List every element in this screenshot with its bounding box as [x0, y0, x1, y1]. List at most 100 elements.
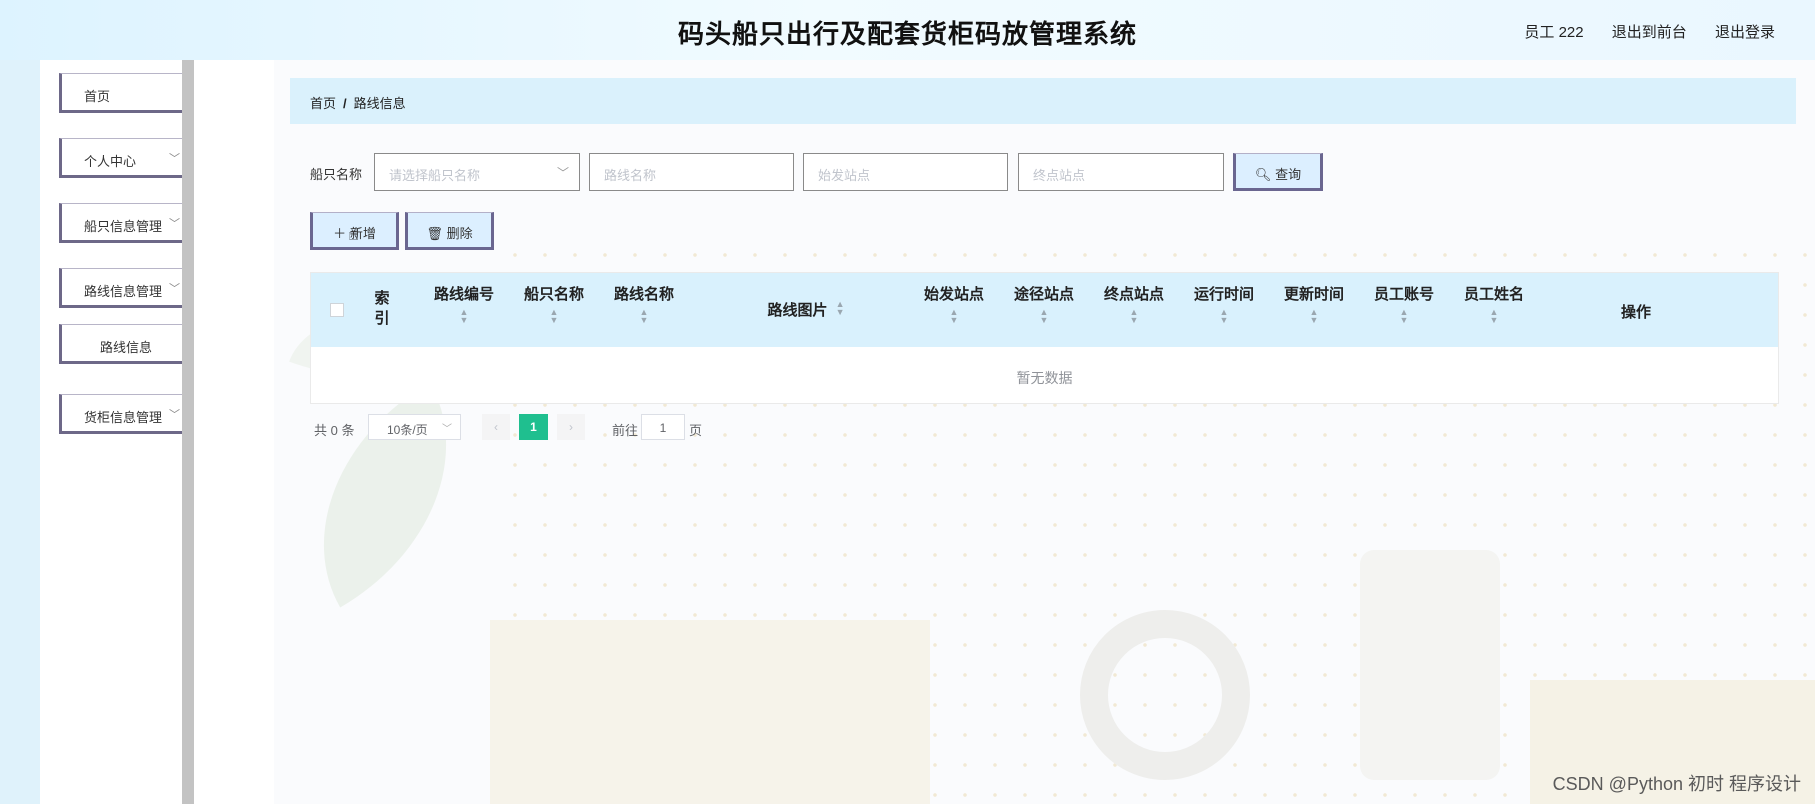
sort-icon[interactable]: ▲ ▼ — [1089, 308, 1179, 325]
column-label: 索 — [374, 290, 390, 307]
breadcrumb-separator: / — [343, 96, 347, 111]
prev-page-button[interactable]: ‹ — [482, 414, 510, 440]
chevron-down-icon: ﹀ — [169, 153, 180, 165]
user-label: 员工 222 — [1524, 24, 1584, 41]
column-via-station[interactable]: 途径站点 ▲ ▼ — [999, 283, 1089, 325]
watermark: CSDN @Python 初时 程序设计 — [1552, 774, 1801, 794]
table-header: 索 引 路线编号 ▲ ▼ 船只名称 ▲ ▼ 路线名称 ▲ ▼ 路线图片 ▲ ▼ 始发站点… — [311, 273, 1778, 347]
column-update-time[interactable]: 更新时间 ▲ ▼ — [1269, 283, 1359, 325]
page-size-select[interactable]: 10条/页 ﹀ — [368, 414, 461, 440]
top-bar: 码头船只出行及配套货柜码放管理系统 员工 222 退出到前台 退出登录 — [0, 0, 1815, 61]
sidebar-item-profile[interactable]: 个人中心 ﹀ — [59, 138, 193, 178]
breadcrumb-home[interactable]: 首页 — [310, 96, 336, 111]
pagination-total: 共 0 条 — [314, 423, 355, 438]
column-run-time[interactable]: 运行时间 ▲ ▼ — [1179, 283, 1269, 325]
background-cylinder — [1360, 550, 1500, 780]
start-station-input[interactable]: 始发站点 — [803, 153, 1008, 191]
sort-icon[interactable]: ▲ ▼ — [509, 308, 599, 325]
sidebar-item-home[interactable]: 首页 — [59, 73, 193, 113]
front-link[interactable]: 退出到前台 — [1612, 24, 1687, 41]
column-label: 路线名称 — [613, 286, 674, 303]
column-staff-account[interactable]: 员工账号 ▲ ▼ — [1359, 283, 1449, 325]
goto-label: 前往 — [612, 423, 639, 438]
sort-icon[interactable]: ▲ ▼ — [1269, 308, 1359, 325]
column-staff-name[interactable]: 员工姓名 ▲ ▼ — [1449, 283, 1539, 325]
sort-icon[interactable]: ▲ ▼ — [1449, 308, 1539, 325]
sidebar-item-label: 船只信息管理 — [84, 219, 163, 234]
column-label: 终点站点 — [1103, 286, 1164, 303]
column-route-name[interactable]: 路线名称 ▲ ▼ — [599, 283, 689, 325]
column-end-station[interactable]: 终点站点 ▲ ▼ — [1089, 283, 1179, 325]
column-label: 船只名称 — [523, 286, 584, 303]
goto-page-input[interactable]: 1 — [641, 414, 685, 440]
breadcrumb: 首页 / 路线信息 — [290, 78, 1796, 124]
sidebar-item-label: 路线信息 — [99, 340, 152, 355]
ship-name-select[interactable]: 请选择船只名称 ﹀ — [374, 153, 580, 191]
sidebar-scrollbar[interactable] — [182, 60, 194, 804]
column-route-code[interactable]: 路线编号 ▲ ▼ — [419, 283, 509, 325]
end-station-placeholder: 终点站点 — [1033, 168, 1086, 183]
background-ring — [1080, 610, 1250, 780]
delete-button-label: 删除 — [446, 226, 473, 241]
page-size-value: 10条/页 — [387, 423, 428, 437]
sidebar: 首页 个人中心 ﹀ 船只信息管理 ﹀ 路线信息管理 ﹀ 路线信息 货柜信息管理 … — [40, 60, 193, 804]
column-label: 更新时间 — [1283, 286, 1344, 303]
hand-cursor-icon: ☝ — [348, 224, 359, 244]
sidebar-item-route-management[interactable]: 路线信息管理 ﹀ — [59, 268, 193, 308]
sidebar-item-label: 首页 — [84, 89, 111, 104]
left-strip — [0, 60, 40, 804]
route-name-input[interactable]: 路线名称 — [589, 153, 794, 191]
column-route-image[interactable]: 路线图片 ▲ ▼ — [711, 299, 901, 320]
chevron-left-icon: ‹ — [494, 420, 498, 434]
logout-link[interactable]: 退出登录 — [1715, 24, 1775, 41]
sidebar-subitem-route-info[interactable]: 路线信息 — [59, 324, 193, 364]
select-all-checkbox[interactable] — [330, 303, 344, 317]
plus-icon: ＋ — [333, 226, 347, 241]
chevron-down-icon: ﹀ — [169, 409, 180, 421]
column-ship-name[interactable]: 船只名称 ▲ ▼ — [509, 283, 599, 325]
start-station-placeholder: 始发站点 — [818, 168, 871, 183]
sort-icon[interactable]: ▲ ▼ — [836, 300, 845, 317]
query-button-label: 查询 — [1275, 167, 1302, 182]
chevron-down-icon: ﹀ — [169, 283, 180, 295]
next-page-button[interactable]: › — [557, 414, 585, 440]
column-label: 路线图片 — [767, 302, 828, 319]
search-icon: 🔍︎ — [1254, 167, 1272, 182]
goto-page-value: 1 — [659, 421, 667, 435]
delete-button[interactable]: 🗑︎ 删除 — [405, 212, 494, 250]
header-links: 员工 222 退出到前台 退出登录 — [1500, 21, 1775, 42]
sort-icon[interactable]: ▲ ▼ — [1179, 308, 1269, 325]
column-start-station[interactable]: 始发站点 ▲ ▼ — [909, 283, 999, 325]
column-label: 运行时间 — [1193, 286, 1254, 303]
sidebar-gap — [194, 60, 274, 804]
current-page-number: 1 — [530, 420, 537, 434]
empty-state: 暂无数据 — [1016, 370, 1073, 386]
route-name-placeholder: 路线名称 — [604, 168, 657, 183]
sidebar-item-label: 个人中心 — [84, 154, 137, 169]
end-station-input[interactable]: 终点站点 — [1018, 153, 1224, 191]
query-button[interactable]: 🔍︎ 查询 — [1233, 153, 1323, 191]
column-label: 操作 — [1620, 304, 1651, 321]
column-label: 始发站点 — [923, 286, 984, 303]
sort-icon[interactable]: ▲ ▼ — [999, 308, 1089, 325]
sidebar-item-ship-management[interactable]: 船只信息管理 ﹀ — [59, 203, 193, 243]
sort-icon[interactable]: ▲ ▼ — [419, 308, 509, 325]
sidebar-item-container-management[interactable]: 货柜信息管理 ﹀ — [59, 394, 193, 434]
chevron-right-icon: › — [569, 420, 573, 434]
breadcrumb-current: 路线信息 — [353, 96, 406, 111]
column-label: 路线编号 — [433, 286, 494, 303]
sort-icon[interactable]: ▲ ▼ — [599, 308, 689, 325]
sidebar-item-label: 路线信息管理 — [84, 284, 163, 299]
ship-name-placeholder: 请选择船只名称 — [389, 168, 481, 183]
column-index: 索 引 — [367, 289, 397, 329]
trash-icon: 🗑︎ — [426, 226, 443, 241]
chevron-down-icon: ﹀ — [442, 424, 452, 435]
background-box — [490, 620, 930, 804]
sort-icon[interactable]: ▲ ▼ — [909, 308, 999, 325]
sidebar-item-label: 货柜信息管理 — [84, 410, 163, 425]
chevron-down-icon: ﹀ — [556, 166, 569, 180]
column-label: 引 — [374, 310, 390, 327]
page-suffix: 页 — [689, 423, 703, 438]
page-1-button[interactable]: 1 — [519, 414, 548, 440]
sort-icon[interactable]: ▲ ▼ — [1359, 308, 1449, 325]
